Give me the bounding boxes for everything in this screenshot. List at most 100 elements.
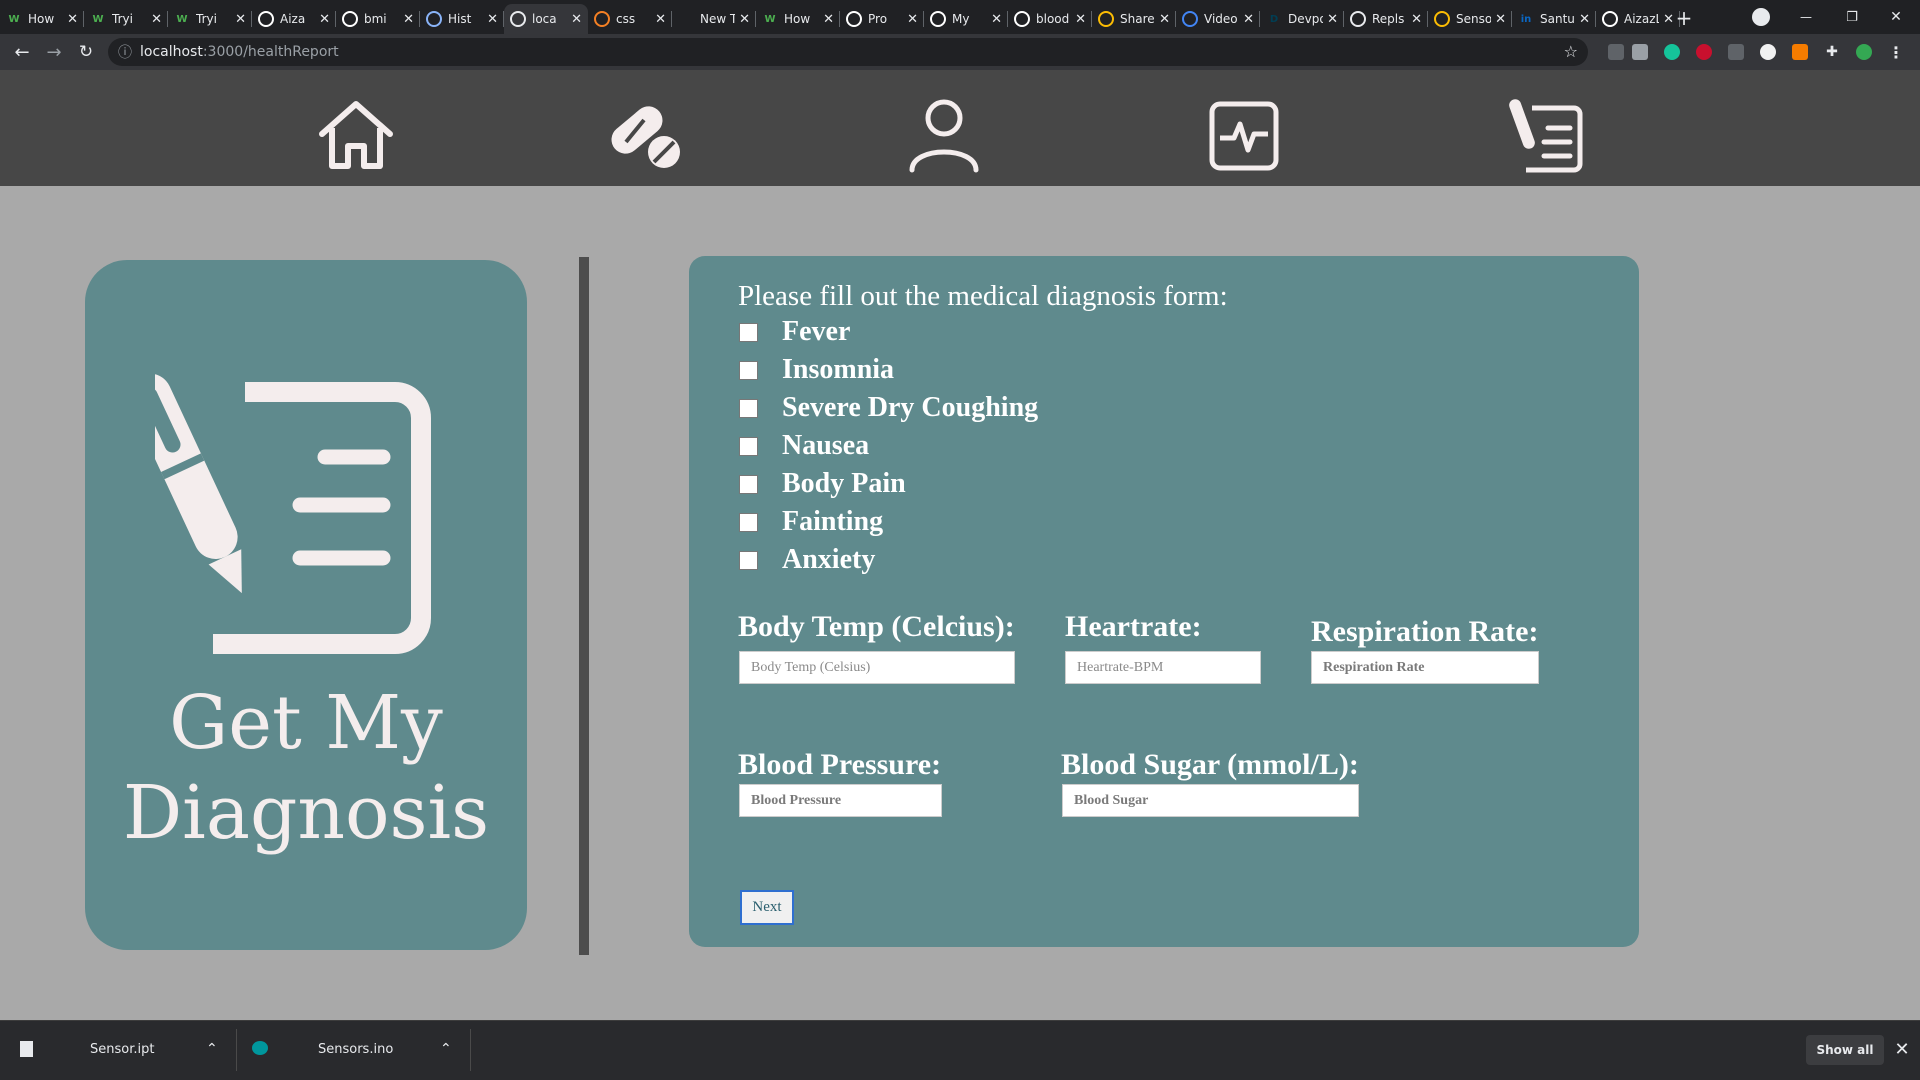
bookmark-star-icon[interactable]: ☆ — [1564, 42, 1578, 61]
tab-close-icon[interactable]: ✕ — [1159, 12, 1170, 27]
browser-tab[interactable]: Aiza ✕ — [252, 4, 336, 34]
browser-tab[interactable]: W Tryi ✕ — [84, 4, 168, 34]
tab-close-icon[interactable]: ✕ — [739, 12, 750, 27]
body-temp-label: Body Temp (Celcius): — [738, 610, 1015, 643]
tab-close-icon[interactable]: ✕ — [235, 12, 246, 27]
browser-tab[interactable]: W How ✕ — [756, 4, 840, 34]
symptom-checkbox[interactable] — [739, 512, 758, 532]
wordpress-icon — [930, 11, 946, 27]
heart-monitor-icon[interactable] — [1204, 94, 1284, 174]
adblock-icon[interactable] — [1696, 44, 1712, 60]
site-info-icon[interactable]: ⓘ — [118, 42, 132, 62]
report-icon — [155, 373, 431, 654]
github-icon — [258, 11, 274, 27]
extension-circle-icon[interactable] — [1760, 44, 1776, 60]
symptom-label: Body Pain — [782, 468, 906, 499]
tab-favicon: W — [764, 13, 776, 25]
browser-tab[interactable]: D Devpost✕ — [1260, 4, 1344, 34]
tab-close-icon[interactable]: ✕ — [907, 12, 918, 27]
tab-close-icon[interactable]: ✕ — [1075, 12, 1086, 27]
card-title-line-2: Diagnosis — [122, 770, 490, 856]
restore-button[interactable]: ❐ — [1838, 4, 1866, 30]
browser-tab[interactable]: AizazL/✕ — [1596, 4, 1680, 34]
symptom-label: Fainting — [782, 506, 884, 537]
tab-close-icon[interactable]: ✕ — [319, 12, 330, 27]
home-icon[interactable] — [316, 94, 396, 174]
grammarly-icon[interactable] — [1664, 44, 1680, 60]
close-shelf-icon[interactable]: ✕ — [1890, 1037, 1914, 1061]
new-tab-button[interactable]: + — [1672, 6, 1696, 30]
tab-close-icon[interactable]: ✕ — [1579, 12, 1590, 27]
tab-close-icon[interactable]: ✕ — [1411, 12, 1422, 27]
chevron-up-icon[interactable]: ⌃ — [206, 1041, 218, 1057]
rt-extension-icon[interactable] — [1792, 44, 1808, 60]
browser-tab[interactable]: Video S ✕ — [1176, 4, 1260, 34]
tab-close-icon[interactable]: ✕ — [403, 12, 414, 27]
symptom-checkbox[interactable] — [739, 436, 758, 456]
symptom-row: Insomnia — [739, 352, 894, 388]
report-icon[interactable] — [1504, 94, 1584, 174]
puzzle-extensions-icon[interactable]: ✚ — [1824, 44, 1840, 60]
browser-tab[interactable]: in Santush ✕ — [1512, 4, 1596, 34]
symptom-row: Severe Dry Coughing — [739, 390, 1038, 426]
browser-tab[interactable]: My ✕ — [924, 4, 1008, 34]
browser-tab[interactable]: W How ✕ — [0, 4, 84, 34]
tab-close-icon[interactable]: ✕ — [1243, 12, 1254, 27]
menu-kebab-icon[interactable]: ⋮ — [1888, 43, 1904, 62]
docs-icon — [1182, 11, 1198, 27]
tab-close-icon[interactable]: ✕ — [991, 12, 1002, 27]
back-arrow-icon[interactable]: ← — [10, 40, 34, 64]
respiration-rate-input[interactable] — [1311, 651, 1539, 684]
browser-tab[interactable]: Repls - ✕ — [1344, 4, 1428, 34]
chevron-up-icon[interactable]: ⌃ — [440, 1041, 452, 1057]
extension-pen-icon[interactable] — [1608, 44, 1624, 60]
extension-square-icon[interactable] — [1632, 44, 1648, 60]
reload-icon[interactable]: ↻ — [74, 40, 98, 64]
blood-pressure-input[interactable] — [739, 784, 942, 817]
window-close-button[interactable]: ✕ — [1882, 4, 1910, 30]
pills-icon[interactable] — [604, 94, 684, 174]
symptom-checkbox[interactable] — [739, 322, 758, 342]
symptom-checkbox[interactable] — [739, 474, 758, 494]
drive-icon — [1434, 11, 1450, 27]
show-all-downloads-button[interactable]: Show all — [1806, 1035, 1884, 1065]
browser-tab[interactable]: bmi ✕ — [336, 4, 420, 34]
tab-close-icon[interactable]: ✕ — [655, 12, 666, 27]
minimize-button[interactable]: — — [1792, 4, 1820, 30]
tab-close-icon[interactable]: ✕ — [67, 12, 78, 27]
next-button[interactable]: Next — [740, 890, 794, 925]
tab-search-icon[interactable] — [1752, 8, 1770, 26]
profile-avatar-icon[interactable] — [1856, 44, 1872, 60]
heartrate-input[interactable] — [1065, 651, 1261, 684]
tab-close-icon[interactable]: ✕ — [823, 12, 834, 27]
forward-arrow-icon[interactable]: → — [42, 40, 66, 64]
blood-sugar-input[interactable] — [1062, 784, 1359, 817]
download-item-sensor-ipt[interactable]: Sensor.ipt ⌃ — [0, 1021, 232, 1079]
symptom-checkbox[interactable] — [739, 360, 758, 380]
tab-close-icon[interactable]: ✕ — [151, 12, 162, 27]
download-item-sensors-ino[interactable]: Sensors.ino ⌃ — [240, 1021, 468, 1079]
body-temp-input[interactable] — [739, 651, 1015, 684]
browser-tab[interactable]: New Tab✕ — [672, 4, 756, 34]
tab-title: Video S — [1204, 12, 1239, 26]
browser-tab[interactable]: loca ✕ — [504, 4, 588, 34]
browser-tab[interactable]: Shared ✕ — [1092, 4, 1176, 34]
heartrate-label: Heartrate: — [1065, 610, 1202, 643]
tab-close-icon[interactable]: ✕ — [487, 12, 498, 27]
browser-tab[interactable]: W Tryi ✕ — [168, 4, 252, 34]
tab-close-icon[interactable]: ✕ — [571, 12, 582, 27]
browser-tab[interactable]: Pro ✕ — [840, 4, 924, 34]
browser-tab[interactable]: css ✕ — [588, 4, 672, 34]
symptom-checkbox[interactable] — [739, 550, 758, 570]
user-icon[interactable] — [904, 94, 984, 174]
tab-close-icon[interactable]: ✕ — [1495, 12, 1506, 27]
browser-tab[interactable]: Hist ✕ — [420, 4, 504, 34]
address-bar[interactable]: ⓘ localhost:3000/healthReport ☆ — [108, 38, 1588, 66]
symptom-row: Anxiety — [739, 542, 875, 578]
browser-tab[interactable]: Sensor✕ — [1428, 4, 1512, 34]
browser-tab[interactable]: blood s ✕ — [1008, 4, 1092, 34]
tab-close-icon[interactable]: ✕ — [1327, 12, 1338, 27]
extension-box-icon[interactable] — [1728, 44, 1744, 60]
blood-pressure-label: Blood Pressure: — [738, 748, 942, 781]
symptom-checkbox[interactable] — [739, 398, 758, 418]
